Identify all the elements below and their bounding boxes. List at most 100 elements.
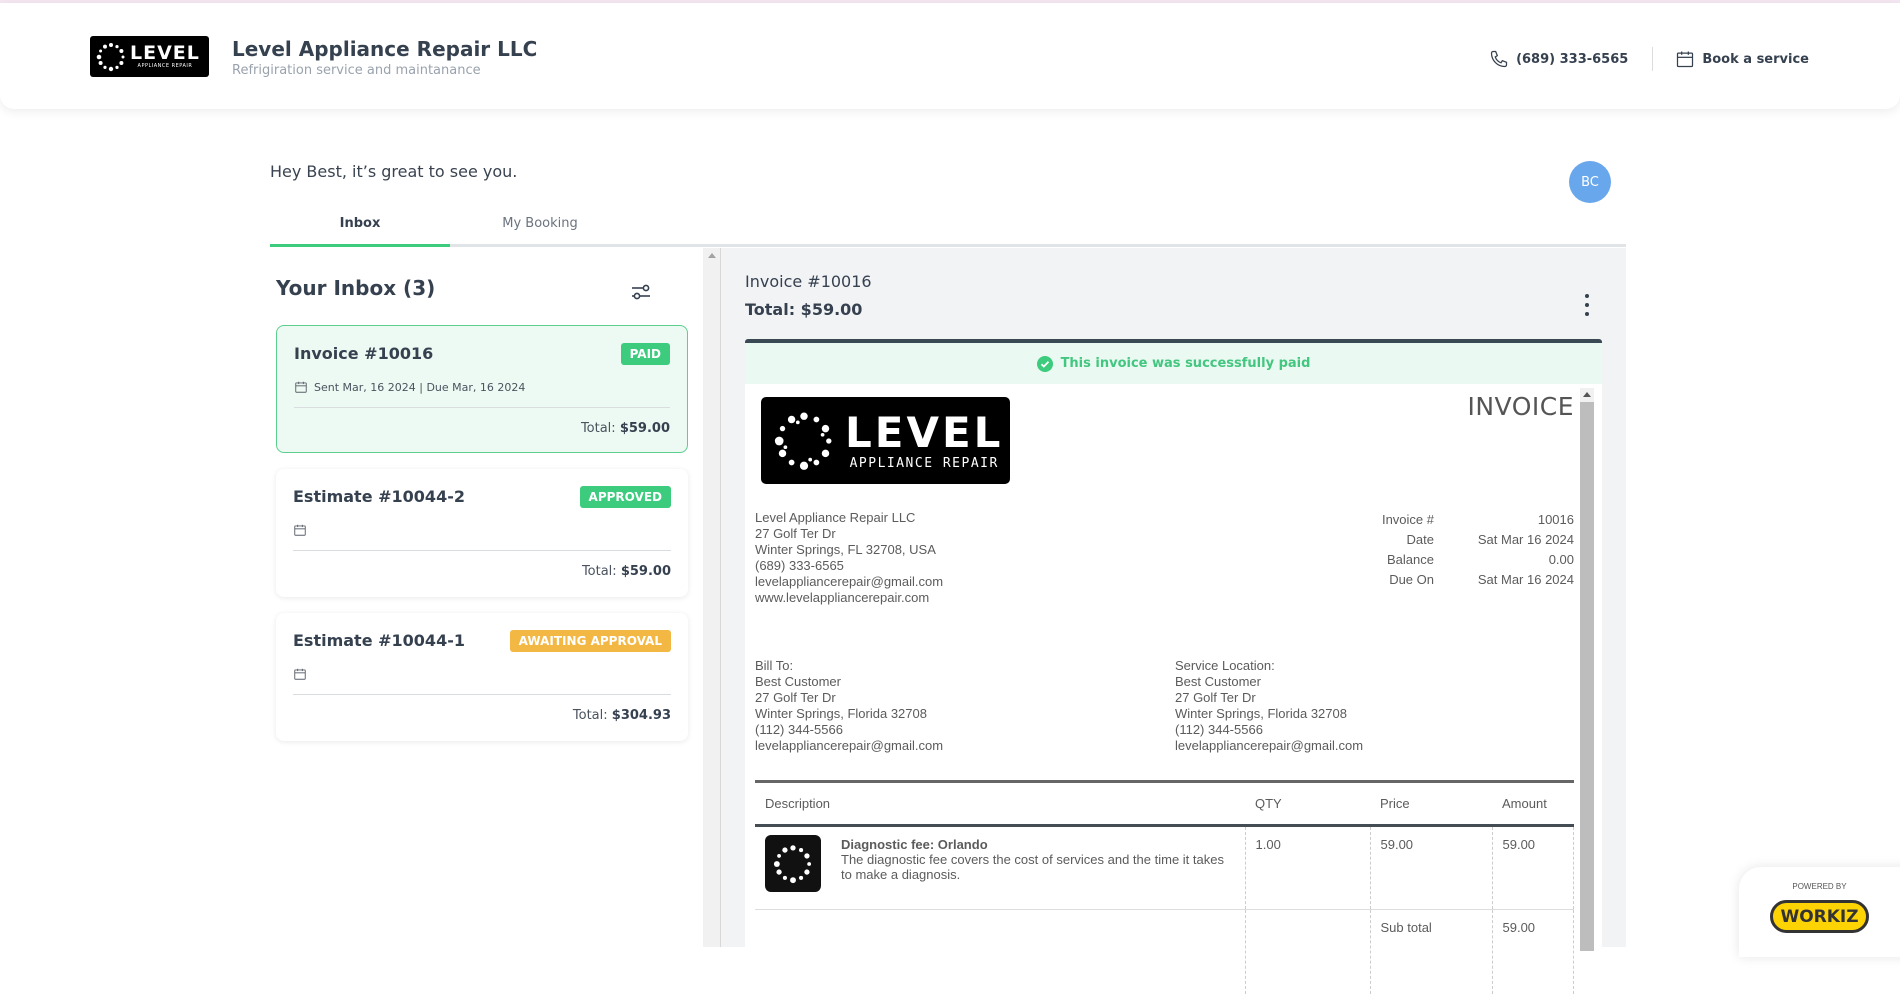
invoice-detail-panel: Invoice #10016 Total: $59.00 This invoic… [721,248,1626,994]
item-description-cell: Diagnostic fee: Orlando The diagnostic f… [755,825,1246,910]
calendar-icon [1677,51,1694,68]
from-line: (689) 333-6565 [755,558,844,573]
status-badge: AWAITING APPROVAL [509,630,671,652]
bill-to-line: levelappliancerepair@gmail.com [755,738,944,753]
dots-ring-icon [96,42,125,71]
item-title: Invoice #10016 [294,344,434,363]
powered-by-badge[interactable]: POWERED BY WORKIZ [1739,867,1900,957]
invoice-logo: LEVEL APPLIANCE REPAIR [761,397,1010,484]
detail-total: Total: $59.00 [745,300,863,319]
subtotal-label: Sub total [1370,909,1493,994]
check-circle-icon [1036,355,1053,372]
meta-key: Due On [1389,572,1434,587]
service-location-line: levelappliancerepair@gmail.com [1175,738,1364,753]
scroll-up-arrow-icon[interactable] [1583,392,1591,397]
powered-by-label: POWERED BY [1792,882,1847,891]
service-location: Service Location: Best Customer 27 Golf … [1175,658,1363,754]
bill-to-line: Winter Springs, Florida 32708 [755,706,927,721]
paid-banner: This invoice was successfully paid [745,343,1602,384]
item-amount: 59.00 [1492,825,1574,910]
column-header: QTY [1245,781,1370,827]
phone-icon [1490,50,1508,68]
from-line: levelappliancerepair@gmail.com [755,574,944,589]
tab-my-booking[interactable]: My Booking [450,213,630,244]
company-logo[interactable]: LEVEL APPLIANCE REPAIR [90,36,209,77]
inbox-item[interactable]: Estimate #10044-1 AWAITING APPROVAL Tota… [276,613,688,741]
invoice-preview: LEVEL APPLIANCE REPAIR INVOICE Level App… [755,388,1574,994]
filter-button[interactable] [629,280,653,304]
table-row: Diagnostic fee: Orlando The diagnostic f… [755,825,1574,910]
column-header: Description [755,781,1245,827]
total-label: Total: [572,708,608,723]
bill-to: Bill To: Best Customer 27 Golf Ter Dr Wi… [755,658,943,754]
dots-ring-icon [774,411,832,470]
status-badge: PAID [620,343,670,365]
service-location-line: Service Location: [1175,658,1275,673]
meta-key: Invoice # [1381,512,1434,527]
header-divider [1652,47,1654,71]
card-divider [293,694,671,695]
detail-title: Invoice #10016 [745,272,872,291]
card-divider [293,550,671,551]
more-options-icon[interactable] [1582,294,1592,316]
bill-to-line: (112) 344-5566 [755,722,843,737]
meta-value: Sat Mar 16 2024 [1477,532,1574,547]
scroll-up-arrow-icon[interactable] [708,253,716,258]
company-tagline: Refrigiration service and maintanance [232,63,481,78]
invoice-heading: INVOICE [1467,392,1574,421]
book-service-label: Book a service [1702,51,1809,67]
inbox-panel: Your Inbox (3) Invoice #10016 PAID Sent … [270,248,703,947]
item-thumbnail [765,835,821,892]
from-line: Level Appliance Repair LLC [755,510,916,525]
tab-bar: Inbox My Booking [270,213,1626,247]
phone-link[interactable]: (689) 333-6565 [1489,49,1628,69]
bill-to-line: Bill To: [755,658,794,673]
total-value: $59.00 [620,564,671,579]
user-avatar[interactable]: BC [1569,161,1611,203]
meta-value: 10016 [1537,512,1574,527]
sliders-icon [632,284,650,300]
total-label: Total: [580,421,616,436]
document-scrollbar[interactable] [1580,388,1594,951]
inbox-item[interactable]: Estimate #10044-2 APPROVED Total: $59.00 [276,469,688,597]
from-line: Winter Springs, FL 32708, USA [755,542,936,557]
item-title: Estimate #10044-2 [293,487,465,506]
company-name: Level Appliance Repair LLC [232,37,538,61]
item-description: The diagnostic fee covers the cost of se… [841,852,1224,882]
panel-scrollbar[interactable] [703,248,721,947]
service-location-line: Winter Springs, Florida 32708 [1175,706,1347,721]
status-badge: APPROVED [579,486,671,508]
tab-inbox[interactable]: Inbox [270,213,450,247]
book-service-button[interactable]: Book a service [1675,49,1809,69]
line-items-table: Description QTY Price Amount Diagnostic … [755,780,1574,994]
column-header: Amount [1492,781,1574,827]
item-dates: Sent Mar, 16 2024 | Due Mar, 16 2024 [314,380,526,394]
item-qty: 1.00 [1245,825,1371,910]
invoice-logo-subtitle: APPLIANCE REPAIR [849,455,999,471]
invoice-meta: Invoice # 10016 Date Sat Mar 16 2024 Bal… [1364,510,1574,590]
service-location-line: 27 Golf Ter Dr [1175,690,1256,705]
bill-to-line: Best Customer [755,674,841,689]
company-address: Level Appliance Repair LLC 27 Golf Ter D… [755,510,943,606]
from-line: www.levelappliancerepair.com [755,590,930,605]
phone-number: (689) 333-6565 [1516,51,1629,67]
total-value: $59.00 [619,421,670,436]
subtotal-row: Sub total 59.00 [755,909,1574,994]
meta-key: Balance [1387,552,1434,567]
item-title: Estimate #10044-1 [293,631,465,650]
invoice-logo-wordmark: LEVEL [845,407,1004,457]
workiz-logo: WORKIZ [1770,900,1869,933]
inbox-item[interactable]: Invoice #10016 PAID Sent Mar, 16 2024 | … [276,325,688,453]
service-location-line: Best Customer [1175,674,1261,689]
column-header: Price [1370,781,1492,827]
bill-to-line: 27 Golf Ter Dr [755,690,836,705]
meta-value: Sat Mar 16 2024 [1477,572,1574,587]
subtotal-value: 59.00 [1491,909,1574,994]
inbox-title: Your Inbox (3) [276,276,436,300]
site-header: LEVEL APPLIANCE REPAIR Level Appliance R… [0,3,1900,109]
item-name: Diagnostic fee: Orlando [841,837,988,852]
calendar-icon [295,381,307,393]
meta-value: 0.00 [1548,552,1574,567]
from-line: 27 Golf Ter Dr [755,526,836,541]
meta-key: Date [1406,532,1434,547]
